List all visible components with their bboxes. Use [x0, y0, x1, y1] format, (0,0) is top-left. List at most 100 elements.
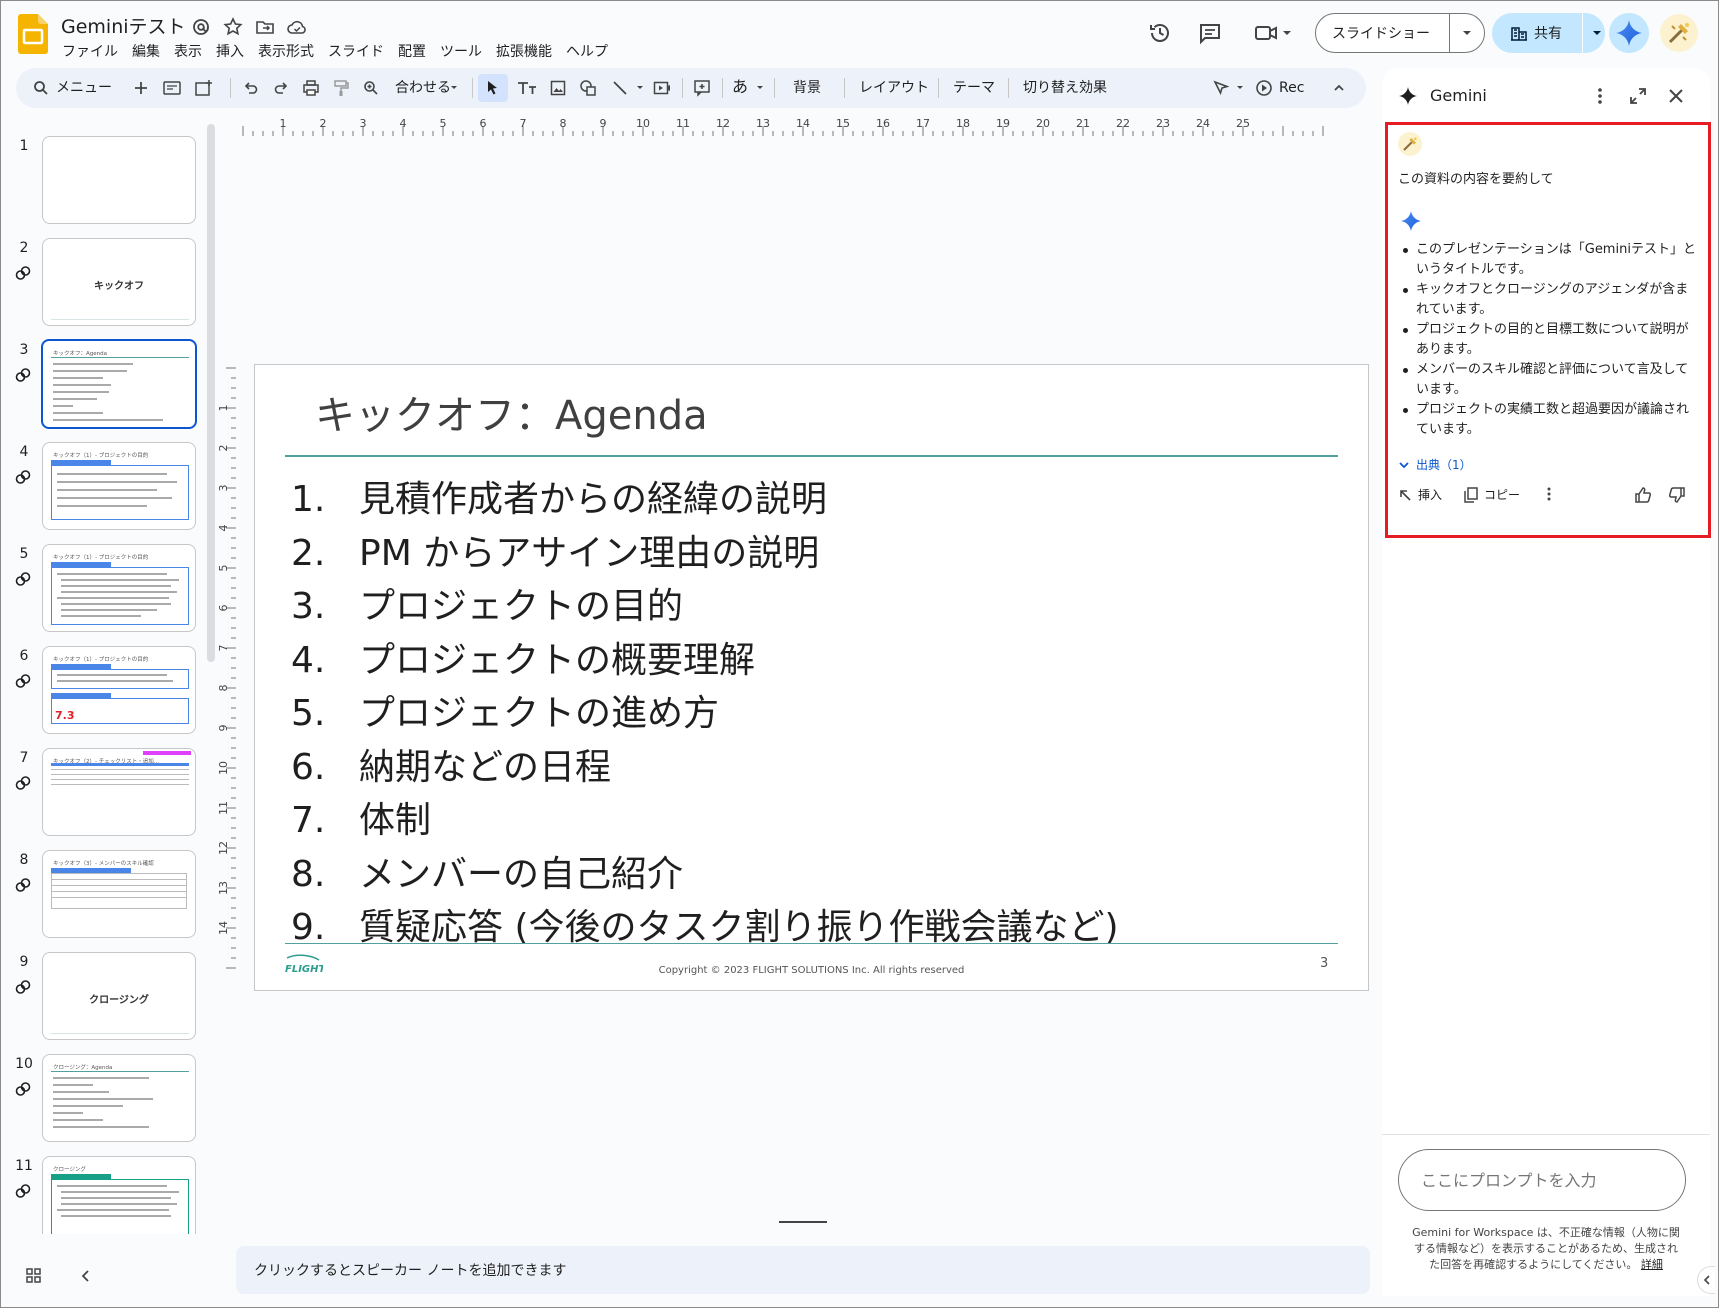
layout-select-icon[interactable] [162, 77, 182, 99]
linked-slide-icon [14, 1182, 32, 1200]
select-tool-icon[interactable] [478, 74, 508, 102]
menu-arrange[interactable]: 配置 [391, 41, 433, 63]
image-icon[interactable] [548, 77, 568, 99]
slide-thumbnail-8[interactable]: キックオフ（3）- メンバーのスキル確認 [42, 850, 196, 938]
notes-resize-handle[interactable] [779, 1221, 827, 1223]
text-box-icon[interactable] [516, 77, 538, 99]
agenda-item: 4. プロジェクトの概要理解 [291, 634, 1119, 688]
mention-icon[interactable] [190, 16, 212, 38]
video-icon[interactable] [652, 77, 672, 99]
slide-thumbnail-1[interactable] [42, 136, 196, 224]
menu-extensions[interactable]: 拡張機能 [489, 41, 559, 63]
line-icon[interactable] [610, 77, 630, 99]
thumb-text-line [53, 1112, 83, 1114]
thumb-table-line [51, 784, 189, 785]
add-slide-icon[interactable] [194, 77, 214, 99]
slide-thumbnail-11[interactable]: クロージング [42, 1156, 196, 1234]
menu-slide[interactable]: スライド [321, 41, 391, 63]
agenda-number: 9. [291, 907, 326, 948]
thumb-text-line [57, 505, 147, 507]
slide-thumbnail-3[interactable]: キックオフ：Agenda [41, 339, 197, 429]
slide-thumbnail-5[interactable]: キックオフ（1）- プロジェクトの目的 [42, 544, 196, 632]
slide-thumbnail-2[interactable]: キックオフ [42, 238, 196, 326]
theme-button[interactable]: テーマ [953, 78, 995, 98]
agenda-list[interactable]: 1. 見積作成者からの経緯の説明 2. PM からアサイン理由の説明 3. プロジェク… [291, 473, 1119, 955]
document-title[interactable]: Geminiテスト [61, 12, 186, 39]
rec-icon[interactable] [1254, 77, 1274, 99]
redo-icon[interactable] [272, 77, 290, 99]
zoom-icon[interactable] [362, 77, 380, 99]
slideshow-button[interactable]: スライドショー [1315, 13, 1485, 53]
menu-format[interactable]: 表示形式 [251, 41, 321, 63]
meet-camera-icon[interactable] [1252, 19, 1280, 47]
menu-tools[interactable]: ツール [433, 41, 489, 63]
slide-thumbnail-7[interactable]: キックオフ（2）- チェックリスト・追加... [42, 748, 196, 836]
menu-help[interactable]: ヘルプ [559, 41, 615, 63]
thumb-text-line [61, 585, 171, 587]
star-icon[interactable] [222, 16, 244, 38]
slide-title[interactable]: キックオフ：Agenda [315, 383, 708, 441]
rec-button[interactable]: Rec [1279, 78, 1304, 98]
slide-number: 10 [15, 1056, 33, 1072]
thumb-text-line [53, 377, 103, 379]
cloud-saved-icon[interactable] [286, 16, 308, 38]
thumb-table-header [51, 763, 189, 766]
gemini-icon[interactable] [1609, 13, 1649, 53]
toolbar-divider [1008, 78, 1009, 98]
collapse-filmstrip-icon[interactable] [76, 1266, 96, 1286]
comment-icon[interactable] [1196, 19, 1224, 47]
layout-button[interactable]: レイアウト [859, 78, 929, 98]
input-tools-dropdown-icon[interactable] [754, 77, 766, 99]
horizontal-ruler[interactable]: 1 2 3 4 5 6 7 8 9 10 11 12 13 14 15 16 17 18 19 20 21 22 23 24 2… [235, 118, 1365, 136]
menu-edit[interactable]: 編集 [125, 41, 167, 63]
share-dropdown-icon[interactable] [1583, 25, 1605, 41]
slideshow-dropdown-icon[interactable] [1450, 25, 1475, 41]
thumb-text-line [53, 1119, 103, 1121]
filmstrip-scrollbar[interactable] [207, 124, 215, 662]
undo-icon[interactable] [242, 77, 260, 99]
paint-format-icon[interactable] [332, 77, 350, 99]
pointer-dropdown-icon[interactable] [1234, 77, 1246, 99]
move-to-folder-icon[interactable] [254, 16, 276, 38]
transition-button[interactable]: 切り替え効果 [1023, 78, 1107, 98]
expand-icon[interactable] [1628, 86, 1648, 106]
print-icon[interactable] [302, 77, 320, 99]
input-tools-label[interactable]: あ [732, 77, 748, 97]
search-icon[interactable] [32, 77, 50, 99]
speaker-notes[interactable]: クリックするとスピーカー ノートを追加できます [236, 1246, 1370, 1294]
slides-logo-icon[interactable] [18, 14, 48, 54]
learn-more-link[interactable]: 詳細 [1641, 1258, 1663, 1271]
meet-dropdown-icon[interactable] [1280, 19, 1294, 47]
thumb-title: クロージング：Agenda [53, 1065, 113, 1071]
grid-view-icon[interactable] [24, 1266, 44, 1286]
thumb-text-line [57, 674, 167, 676]
comment-add-icon[interactable] [692, 77, 712, 99]
menu-insert[interactable]: 挿入 [209, 41, 251, 63]
line-dropdown-icon[interactable] [634, 77, 646, 99]
slide-thumbnail-9[interactable]: クロージング [42, 952, 196, 1040]
zoom-dropdown-icon[interactable] [448, 77, 460, 99]
avatar[interactable] [1660, 14, 1698, 52]
slide-thumbnail-4[interactable]: キックオフ（1）- プロジェクトの目的 [42, 442, 196, 530]
slide-thumbnail-6[interactable]: キックオフ（1）- プロジェクトの目的 7.3 [42, 646, 196, 734]
prompt-input[interactable] [1398, 1149, 1686, 1211]
vertical-ruler[interactable]: 1234567891011121314 [218, 364, 236, 994]
pointer-icon[interactable] [1212, 77, 1230, 99]
history-icon[interactable] [1146, 19, 1174, 47]
zoom-select[interactable]: 合わせる [395, 78, 451, 98]
menu-view[interactable]: 表示 [167, 41, 209, 63]
search-menu-label[interactable]: メニュー [56, 78, 112, 98]
share-button[interactable]: 共有 [1492, 13, 1605, 53]
slide-canvas[interactable]: キックオフ：Agenda 1. 見積作成者からの経緯の説明 2. PM からアサイン… [254, 364, 1369, 991]
close-icon[interactable] [1666, 86, 1686, 106]
new-slide-icon[interactable] [132, 77, 150, 99]
ruler-label: 3 [218, 485, 230, 492]
thumb-text-line [53, 391, 109, 393]
more-options-icon[interactable] [1590, 86, 1610, 106]
linked-slide-icon [14, 672, 32, 690]
collapse-toolbar-icon[interactable] [1330, 77, 1348, 99]
menu-file[interactable]: ファイル [62, 41, 125, 63]
shape-icon[interactable] [578, 77, 598, 99]
slide-thumbnail-10[interactable]: クロージング：Agenda [42, 1054, 196, 1142]
background-button[interactable]: 背景 [793, 78, 821, 98]
